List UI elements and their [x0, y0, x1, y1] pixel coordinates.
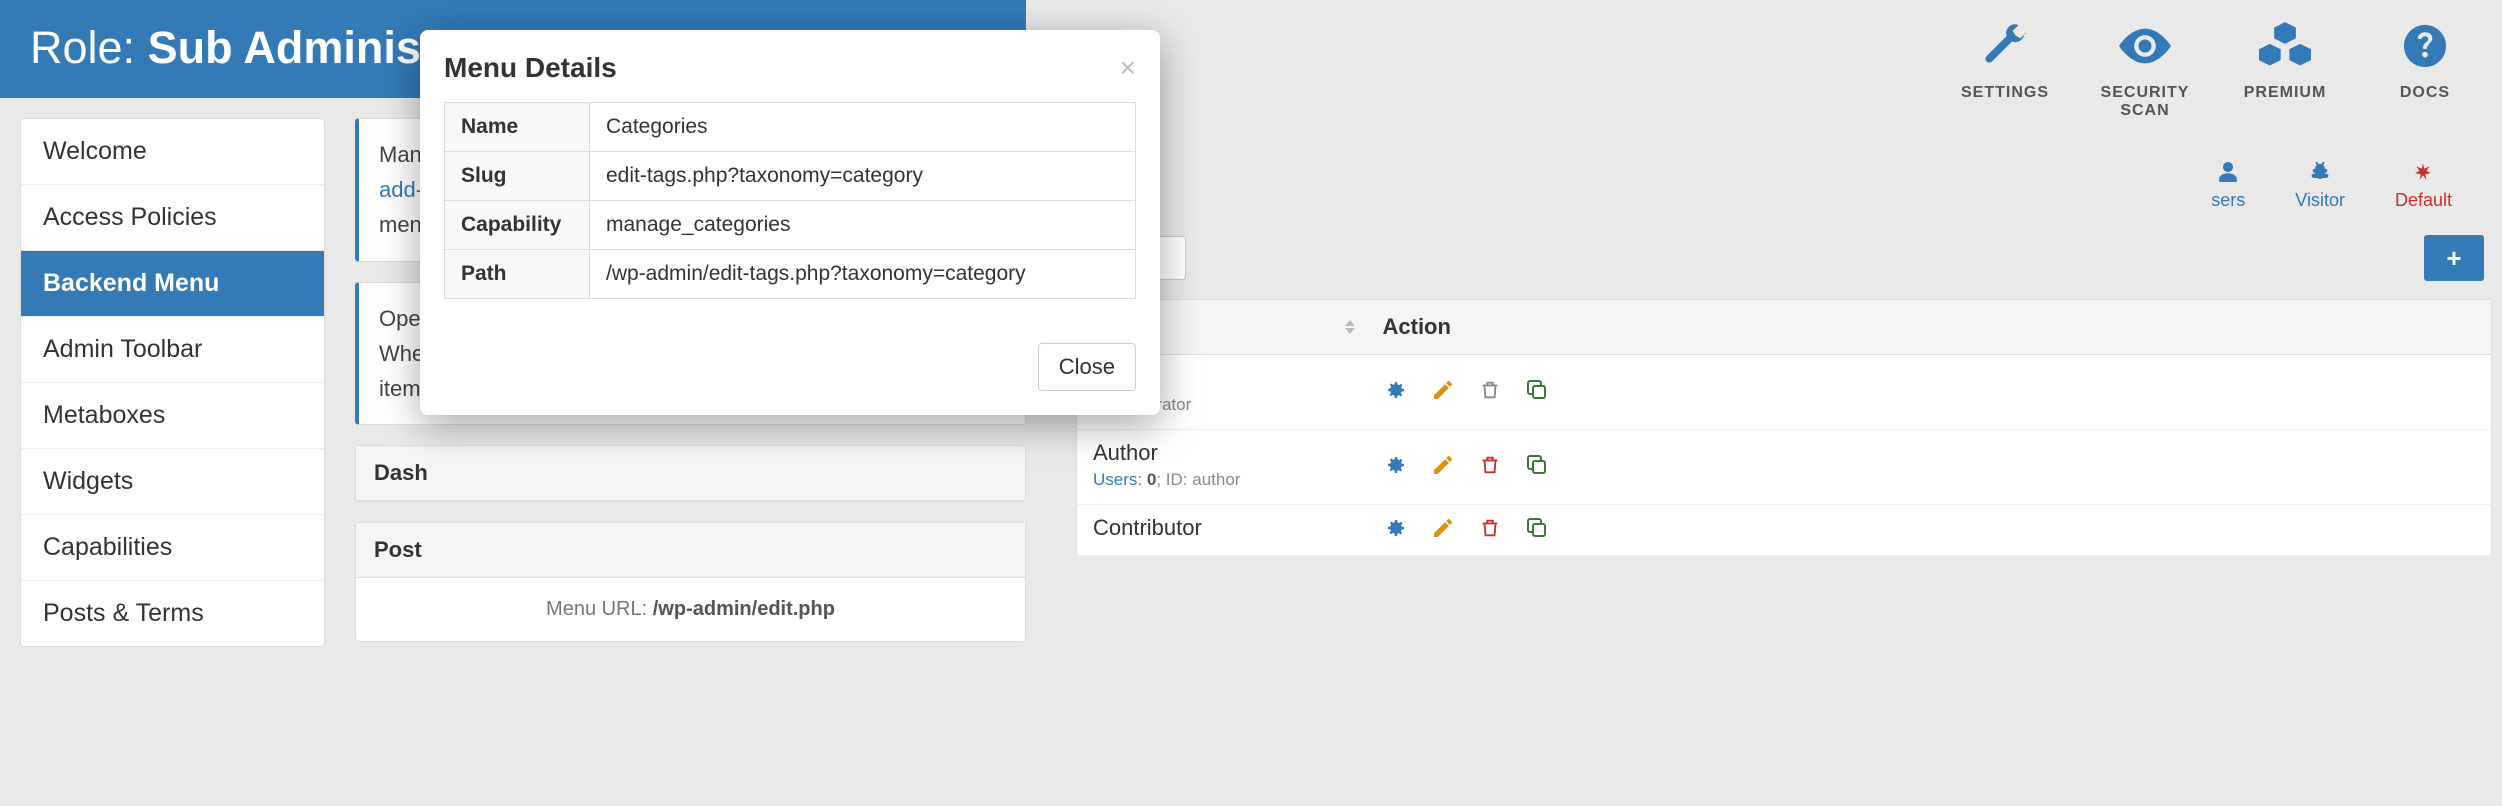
visitor-icon	[2310, 160, 2330, 184]
tab-default[interactable]: Default	[2395, 160, 2452, 211]
detail-label: Capability	[445, 201, 590, 250]
docs-button[interactable]: DOCS	[2370, 20, 2480, 120]
modal-title: Menu Details	[444, 52, 617, 84]
table-row[interactable]: Contributor	[1077, 505, 2492, 556]
sidebar: Welcome Access Policies Backend Menu Adm…	[20, 118, 325, 647]
tool-label: PREMIUM	[2244, 84, 2327, 102]
detail-value: /wp-admin/edit-tags.php?taxonomy=categor…	[590, 250, 1136, 299]
manage-icon[interactable]	[1383, 516, 1407, 540]
id-label: ID:	[1166, 470, 1188, 489]
tab-label: Visitor	[2295, 190, 2345, 211]
eye-icon	[2119, 20, 2171, 72]
clone-icon[interactable]	[1525, 453, 1549, 477]
panel-title: Post	[374, 537, 422, 562]
sidebar-item-label: Widgets	[43, 467, 133, 495]
tool-label: SETTINGS	[1961, 84, 2049, 102]
sidebar-item-posts-terms[interactable]: Posts & Terms	[21, 581, 324, 646]
settings-button[interactable]: SETTINGS	[1950, 20, 2060, 120]
sidebar-item-admin-toolbar[interactable]: Admin Toolbar	[21, 317, 324, 383]
manage-icon[interactable]	[1383, 453, 1407, 477]
col-action: Action	[1367, 300, 2492, 355]
detail-table: NameCategories Slugedit-tags.php?taxonom…	[444, 102, 1136, 299]
id-value: author	[1192, 470, 1240, 489]
tab-label: Default	[2395, 190, 2452, 211]
table-row[interactable]: Author Users: 0; ID: author	[1077, 430, 2492, 505]
panel-posts[interactable]: Post Menu URL: /wp-admin/edit.php	[355, 522, 1026, 642]
detail-row: Slugedit-tags.php?taxonomy=category	[445, 152, 1136, 201]
panel-dashboard[interactable]: Dash	[355, 445, 1026, 502]
sidebar-item-label: Access Policies	[43, 203, 217, 231]
users-label[interactable]: Users:	[1093, 470, 1142, 489]
trash-icon[interactable]	[1479, 516, 1501, 540]
clone-icon[interactable]	[1525, 378, 1549, 402]
detail-row: Path/wp-admin/edit-tags.php?taxonomy=cat…	[445, 250, 1136, 299]
edit-icon[interactable]	[1431, 516, 1455, 540]
role-tabs: sers Visitor Default	[1076, 120, 2492, 211]
role-name: Author	[1093, 440, 1158, 465]
menu-details-modal: Menu Details × NameCategories Slugedit-t…	[420, 30, 1160, 415]
role-name: Contributor	[1093, 515, 1202, 540]
panel-body: Menu URL: /wp-admin/edit.php	[356, 578, 1025, 641]
info-link[interactable]: add-	[379, 177, 423, 202]
user-icon	[2219, 160, 2237, 184]
trash-icon[interactable]	[1479, 453, 1501, 477]
tool-label: DOCS	[2400, 84, 2450, 102]
cubes-icon	[2259, 20, 2311, 72]
tab-visitor[interactable]: Visitor	[2295, 160, 2345, 211]
detail-value: edit-tags.php?taxonomy=category	[590, 152, 1136, 201]
panel-title: Dash	[374, 460, 428, 485]
sidebar-item-label: Capabilities	[43, 533, 172, 561]
detail-label: Slug	[445, 152, 590, 201]
asterisk-icon	[2414, 160, 2432, 184]
close-button[interactable]: Close	[1038, 343, 1136, 391]
security-scan-button[interactable]: SECURITY SCAN	[2090, 20, 2200, 120]
sidebar-item-label: Admin Toolbar	[43, 335, 202, 363]
role-prefix: Role:	[30, 22, 148, 73]
menu-url-value: /wp-admin/edit.php	[653, 598, 835, 620]
detail-row: Capabilitymanage_categories	[445, 201, 1136, 250]
sidebar-item-capabilities[interactable]: Capabilities	[21, 515, 324, 581]
sidebar-item-welcome[interactable]: Welcome	[21, 119, 324, 185]
close-label: Close	[1059, 354, 1115, 379]
tab-label: sers	[2211, 190, 2245, 211]
detail-label: Name	[445, 103, 590, 152]
manage-icon[interactable]	[1383, 378, 1407, 402]
detail-row: NameCategories	[445, 103, 1136, 152]
premium-button[interactable]: PREMIUM	[2230, 20, 2340, 120]
sort-icon	[1345, 320, 1355, 334]
sidebar-item-label: Metaboxes	[43, 401, 165, 429]
users-count: 0	[1147, 470, 1156, 489]
table-row[interactable]: ator administrator	[1077, 355, 2492, 430]
close-icon[interactable]: ×	[1120, 54, 1136, 82]
tab-users[interactable]: sers	[2211, 160, 2245, 211]
wrench-icon	[1982, 20, 2028, 72]
tool-label: SECURITY SCAN	[2090, 84, 2200, 120]
add-role-button[interactable]: +	[2424, 235, 2484, 281]
col-label: Action	[1383, 314, 1451, 339]
edit-icon[interactable]	[1431, 378, 1455, 402]
sidebar-item-label: Backend Menu	[43, 269, 219, 297]
detail-value: manage_categories	[590, 201, 1136, 250]
plus-icon: +	[2446, 243, 2461, 274]
sidebar-item-access-policies[interactable]: Access Policies	[21, 185, 324, 251]
sidebar-item-widgets[interactable]: Widgets	[21, 449, 324, 515]
sidebar-item-label: Welcome	[43, 137, 147, 165]
trash-icon[interactable]	[1479, 378, 1501, 402]
menu-url-label: Menu URL:	[546, 598, 653, 620]
detail-value: Categories	[590, 103, 1136, 152]
edit-icon[interactable]	[1431, 453, 1455, 477]
clone-icon[interactable]	[1525, 516, 1549, 540]
sidebar-item-metaboxes[interactable]: Metaboxes	[21, 383, 324, 449]
roles-table: Action ator administrator	[1076, 299, 2492, 556]
sidebar-item-label: Posts & Terms	[43, 599, 204, 627]
question-icon	[2402, 20, 2448, 72]
detail-label: Path	[445, 250, 590, 299]
top-toolbar: SETTINGS SECURITY SCAN PREMIUM DOCS	[1076, 20, 2492, 120]
sidebar-item-backend-menu[interactable]: Backend Menu	[21, 251, 324, 317]
